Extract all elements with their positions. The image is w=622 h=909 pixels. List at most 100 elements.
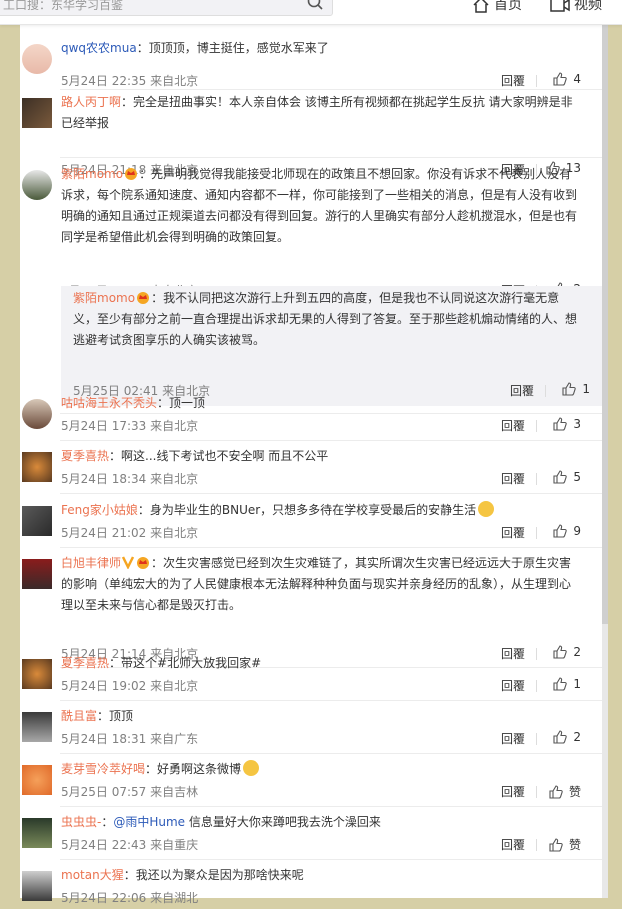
comment-username[interactable]: 麦芽雪冷萃好喝 xyxy=(61,762,145,776)
like-count: 1 xyxy=(573,677,581,691)
divider xyxy=(536,839,537,851)
comment-time: 5月24日 18:34 来自北京 xyxy=(61,472,199,486)
reply-button[interactable]: 回覆 xyxy=(501,836,525,853)
thumbs-up-icon xyxy=(553,730,568,744)
comment-username[interactable]: 咕咕海王永不秃头 xyxy=(61,396,157,410)
member-crown-icon xyxy=(125,168,138,180)
avatar[interactable] xyxy=(22,506,52,536)
comment-username[interactable]: 白旭丰律师 xyxy=(61,556,121,570)
comment-time: 5月24日 22:35 来自北京 xyxy=(61,74,199,88)
like-count: 3 xyxy=(573,417,581,431)
divider xyxy=(60,493,602,494)
nav-video[interactable]: 视频 xyxy=(550,0,602,14)
divider xyxy=(536,680,537,692)
like-button[interactable]: 赞 xyxy=(549,783,581,800)
comment-item: Feng家小姑娘：身为毕业生的BNUer，只想多多待在学校享受最后的安静生活 5… xyxy=(20,500,602,552)
comment-item: 酰且富：顶顶 5月24日 18:31 来自广东 回覆 2 xyxy=(20,706,602,758)
reply-button[interactable]: 回覆 xyxy=(501,677,525,694)
home-icon xyxy=(473,0,489,13)
comment-time: 5月24日 18:31 来自广东 xyxy=(61,732,199,746)
like-count: 5 xyxy=(573,470,581,484)
reply-button[interactable]: 回覆 xyxy=(501,417,525,434)
comment-username[interactable]: 紫陌momo xyxy=(73,291,135,305)
comment-meta: 5月24日 22:06 来自湖北 xyxy=(61,889,581,909)
comment-meta: 5月24日 22:43 来自重庆 回覆 赞 xyxy=(61,836,581,856)
like-button[interactable]: 9 xyxy=(553,524,581,538)
comment-time: 5月24日 21:02 来自北京 xyxy=(61,526,199,540)
avatar[interactable] xyxy=(22,170,52,200)
like-count: 4 xyxy=(573,72,581,86)
reply-button[interactable]: 回覆 xyxy=(501,470,525,487)
comment-username[interactable]: 紫陌momo xyxy=(61,167,123,181)
comment-content: 夏季喜热：带这个#北师大放我回家# xyxy=(61,656,262,670)
reply-button[interactable]: 回覆 xyxy=(501,72,525,89)
avatar[interactable] xyxy=(22,452,52,482)
like-button[interactable]: 4 xyxy=(553,72,581,86)
like-count: 9 xyxy=(573,524,581,538)
avatar[interactable] xyxy=(22,399,52,429)
divider xyxy=(536,75,537,87)
avatar[interactable] xyxy=(22,659,52,689)
crying-emoji-icon xyxy=(478,501,495,517)
like-button[interactable]: 3 xyxy=(553,417,581,431)
comment-text: 好勇啊这条微博 xyxy=(157,762,242,776)
comment-content: 酰且富：顶顶 xyxy=(61,709,134,723)
search-box[interactable]: 工口搜：东华学习百鉴 xyxy=(0,0,333,16)
comment-item: 夏季喜热：带这个#北师大放我回家# 5月24日 19:02 来自北京 回覆 1 xyxy=(20,653,602,705)
like-button[interactable]: 5 xyxy=(553,470,581,484)
divider xyxy=(60,753,602,754)
thumbs-up-icon xyxy=(549,785,563,799)
divider xyxy=(60,157,602,158)
comment-username[interactable]: 酰且富 xyxy=(61,709,97,723)
comment-content: 紫陌momo ：我不认同把这次游行上升到五四的高度，但是我也不认同说这次游行毫无意… xyxy=(73,291,578,347)
comment-content: 麦芽雪冷萃好喝：好勇啊这条微博 xyxy=(61,759,581,780)
comment-content: qwq农农mua：顶顶顶，博主挺住，感觉水军来了 xyxy=(61,41,329,55)
avatar[interactable] xyxy=(22,818,52,848)
comment-username[interactable]: 虫虫虫- xyxy=(61,815,101,829)
comment-text: 啊这...线下考试也不安全啊 而且不公平 xyxy=(121,449,329,463)
comment-text: 信息量好大你来蹲吧我去洗个澡回来 xyxy=(185,815,381,829)
nav-home[interactable]: 首页 xyxy=(472,0,522,14)
comment-content: motan大猩：我还以为聚众是因为那啥快来呢 xyxy=(61,868,304,882)
avatar[interactable] xyxy=(22,712,52,742)
divider xyxy=(60,547,602,548)
reply-button[interactable]: 回覆 xyxy=(501,730,525,747)
like-button[interactable]: 1 xyxy=(553,677,581,691)
divider xyxy=(60,806,602,807)
divider xyxy=(60,89,602,90)
like-count: 赞 xyxy=(568,838,581,852)
scrollbar-thumb[interactable] xyxy=(602,24,608,624)
comment-meta: 5月24日 17:33 来自北京 回覆 3 xyxy=(61,417,581,437)
comment-item: 白旭丰律师 ：次生灾害感觉已经到次生灾难链了，其实所谓次生灾害已经远远大于原生灾害… xyxy=(20,553,602,661)
like-button[interactable]: 2 xyxy=(553,730,581,744)
divider xyxy=(536,420,537,432)
comment-username[interactable]: 夏季喜热 xyxy=(61,656,109,670)
comment-username[interactable]: Feng家小姑娘 xyxy=(61,503,138,517)
comment-content: Feng家小姑娘：身为毕业生的BNUer，只想多多待在学校享受最后的安静生活 xyxy=(61,500,581,521)
scrollbar[interactable] xyxy=(602,24,608,898)
search-input[interactable]: 工口搜：东华学习百鉴 xyxy=(3,0,123,13)
divider xyxy=(536,786,537,798)
comment-username[interactable]: 夏季喜热 xyxy=(61,449,109,463)
reply-button[interactable]: 回覆 xyxy=(501,524,525,541)
like-button[interactable]: 赞 xyxy=(549,836,581,853)
comment-username[interactable]: motan大猩 xyxy=(61,868,124,882)
avatar[interactable] xyxy=(22,98,52,128)
mention-link[interactable]: @雨中Hume xyxy=(113,815,185,829)
avatar[interactable] xyxy=(22,559,52,589)
thumbs-up-icon xyxy=(553,72,568,86)
comment-item: qwq农农mua：顶顶顶，博主挺住，感觉水军来了 5月24日 22:35 来自北… xyxy=(20,38,602,90)
comment-time: 5月24日 22:43 来自重庆 xyxy=(61,838,199,852)
search-icon[interactable] xyxy=(306,0,324,11)
comment-username[interactable]: qwq农农mua xyxy=(61,41,137,55)
comment-content: 虫虫虫-：@雨中Hume 信息量好大你来蹲吧我去洗个澡回来 xyxy=(61,815,381,829)
thumbs-up-icon xyxy=(553,417,568,431)
comment-username[interactable]: 路人丙丁啊 xyxy=(61,95,121,109)
avatar[interactable] xyxy=(22,44,52,74)
sub-reply: 紫陌momo ：我不认同把这次游行上升到五四的高度，但是我也不认同说这次游行毫无意… xyxy=(61,286,602,406)
reply-button[interactable]: 回覆 xyxy=(501,783,525,800)
comment-text: 完全是扭曲事实！本人亲自体会 该博主所有视频都在挑起学生反抗 请大家明辨是非已经… xyxy=(61,95,573,130)
avatar[interactable] xyxy=(22,871,52,901)
avatar[interactable] xyxy=(22,765,52,795)
comment-time: 5月24日 17:33 来自北京 xyxy=(61,419,199,433)
